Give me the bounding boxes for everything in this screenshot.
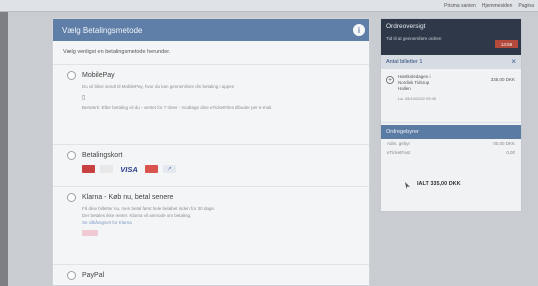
fee-label: Adm. gebyr <box>387 141 411 146</box>
mobilepay-title: MobilePay <box>82 72 115 79</box>
ticket-item: + Høstkoledagen i Nordisk Tidsrup Hallen… <box>381 69 521 123</box>
expand-icon[interactable]: + <box>386 76 394 84</box>
payment-subtitle: Vælg venligst en betalingsmetode herunde… <box>53 41 369 65</box>
ticket-date: Lø. 28/10/2022 09:45 <box>398 96 437 101</box>
paypal-title: PayPal <box>82 272 105 279</box>
payment-method-panel: Vælg Betalingsmetode i Vælg venligst en … <box>52 18 370 286</box>
order-total: IALT 335,00 DKK <box>417 181 461 187</box>
mastercard-logo <box>100 165 113 173</box>
close-icon[interactable]: × <box>511 57 516 66</box>
ticket-name-3: Hallen <box>398 86 411 91</box>
visa-logo: VISA <box>120 164 138 174</box>
summary-header: Ordreoversigt Tid til at gennemføre ordr… <box>381 19 521 55</box>
klarna-desc-1: Få dine billetter nu, men betal først he… <box>82 206 216 211</box>
card-radio[interactable] <box>67 151 76 160</box>
payment-header: Vælg Betalingsmetode i <box>53 19 369 41</box>
option-card[interactable]: Betalingskort VISA ↗ <box>53 145 369 187</box>
option-mobilepay[interactable]: MobilePay Du vil blive sendt til MobileP… <box>53 65 369 145</box>
klarna-terms-link[interactable]: Se vilkårsgivet for Klarna <box>82 220 359 226</box>
fee-value: 0,00 <box>506 150 515 155</box>
tickets-header: Antal billetter 1 × <box>381 55 521 69</box>
mobilepay-desc: Du vil blive sendt til MobilePay, hvor d… <box>82 84 235 89</box>
bookmark-item[interactable]: Prisma sanien <box>444 3 476 9</box>
countdown-timer: 14:59 <box>495 40 518 48</box>
bookmark-item[interactable]: Hjemmesiden <box>482 3 513 9</box>
klarna-logo <box>82 230 98 236</box>
fee-row: Adm. gebyr 00,00 DKK <box>381 139 521 148</box>
fee-label: eTicketFast <box>387 150 411 155</box>
klarna-title: Klarna - Køb nu, betal senere <box>82 194 174 201</box>
fee-value: 00,00 DKK <box>493 141 515 146</box>
mobilepay-radio[interactable] <box>67 71 76 80</box>
bookmarks-bar: Prisma sanien Hjemmesiden Pagina <box>0 0 538 12</box>
mobilepay-note: Bemærk: Efter betaling vil du - ventet f… <box>82 105 273 110</box>
klarna-desc-2: Der betales ikke renter. Klarna vil anmo… <box>82 213 192 218</box>
dankort-logo <box>82 165 95 173</box>
mouse-cursor-icon <box>405 182 410 189</box>
order-summary-panel: Ordreoversigt Tid til at gennemføre ordr… <box>380 18 522 212</box>
paypal-radio[interactable] <box>67 271 76 280</box>
maestro-logo <box>145 165 158 173</box>
option-klarna[interactable]: Klarna - Køb nu, betal senere Få dine bi… <box>53 187 369 265</box>
screen-bezel <box>0 0 8 286</box>
ticket-price: 335,00 DKK <box>490 77 515 82</box>
bookmark-item[interactable]: Pagina <box>518 3 534 9</box>
card-logo: ↗ <box>163 165 176 173</box>
fees-header: Ordregebyrer <box>381 125 521 139</box>
fee-row: eTicketFast 0,00 <box>381 148 521 157</box>
info-icon[interactable]: i <box>353 24 365 36</box>
card-brands: VISA ↗ <box>82 164 359 174</box>
option-paypal[interactable]: PayPal <box>53 265 369 286</box>
card-title: Betalingskort <box>82 152 123 159</box>
tickets-count: Antal billetter 1 <box>386 59 423 65</box>
phone-icon: ▯ <box>82 95 86 101</box>
summary-title: Ordreoversigt <box>386 23 426 30</box>
payment-title: Vælg Betalingsmetode <box>62 25 143 35</box>
klarna-radio[interactable] <box>67 193 76 202</box>
